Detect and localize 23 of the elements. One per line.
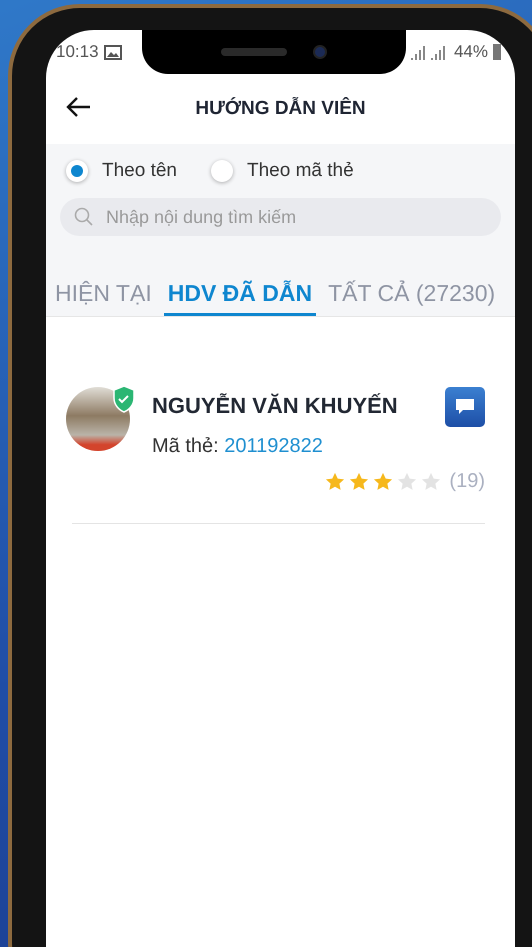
chat-button[interactable] — [445, 387, 485, 427]
battery-icon — [493, 44, 501, 60]
star-icon — [421, 472, 442, 491]
review-count: (19) — [449, 470, 485, 493]
search-mode-radio[interactable]: Theo mã thẻ — [211, 160, 354, 182]
tab[interactable]: TẤT CẢ (27230) — [324, 280, 500, 316]
guide-name: NGUYỄN VĂN KHUYẾN — [152, 393, 398, 419]
image-icon — [104, 44, 122, 60]
star-icon — [325, 472, 346, 491]
battery-percent: 44% — [454, 42, 488, 62]
status-time: 10:13 — [56, 42, 99, 62]
search-field[interactable]: Nhập nội dung tìm kiếm — [60, 198, 501, 236]
tab[interactable]: HIỆN TẠI — [51, 280, 156, 316]
star-icon — [373, 472, 394, 491]
card-number: Mã thẻ: 201192822 — [152, 435, 324, 458]
chat-bubble-icon — [455, 398, 475, 416]
tab[interactable]: HDV ĐÃ DẪN — [164, 280, 316, 316]
search-mode-radio[interactable]: Theo tên — [66, 160, 177, 182]
star-icon — [349, 472, 370, 491]
back-button[interactable] — [66, 96, 92, 118]
search-icon — [74, 207, 94, 227]
star-icon — [397, 472, 418, 491]
page-title: HƯỚNG DẪN VIÊN — [195, 98, 366, 120]
